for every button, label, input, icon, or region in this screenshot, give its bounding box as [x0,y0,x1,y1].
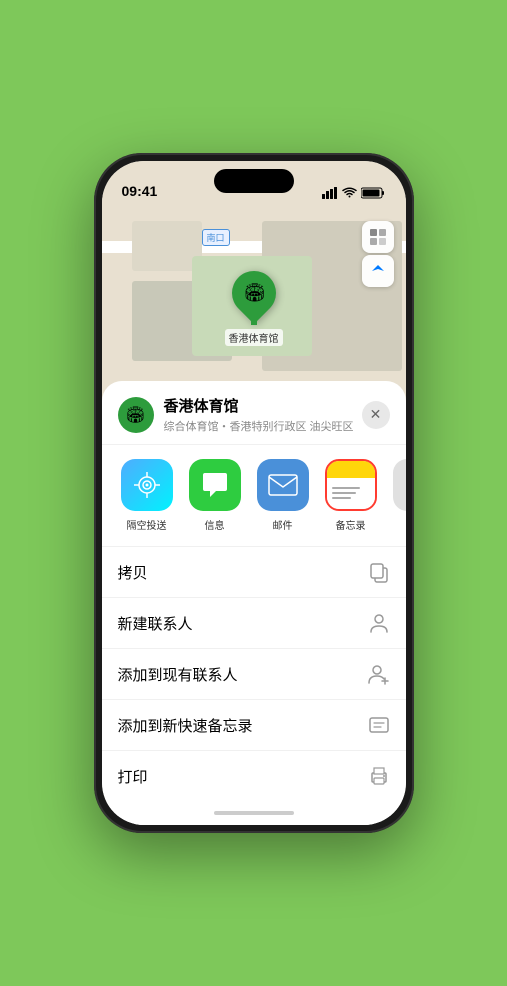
airdrop-svg [133,471,161,499]
action-print[interactable]: 打印 [102,751,406,801]
share-item-airdrop[interactable]: 隔空投送 [118,459,176,532]
status-icons [322,187,386,199]
phone-screen: 09:41 [102,161,406,825]
action-quick-note[interactable]: 添加到新快速备忘录 [102,700,406,751]
venue-info: 香港体育馆 综合体育馆・香港特别行政区 油尖旺区 [164,395,362,434]
airdrop-icon [121,459,173,511]
airdrop-label: 隔空投送 [127,517,167,532]
sheet-header: 🏟 香港体育馆 综合体育馆・香港特别行政区 油尖旺区 ✕ [102,381,406,445]
notes-label: 备忘录 [336,517,366,532]
person-add-icon [368,663,390,685]
notes-icon [325,459,377,511]
action-quick-note-label: 添加到新快速备忘录 [118,715,253,736]
action-new-contact-label: 新建联系人 [118,613,193,634]
bottom-sheet: 🏟 香港体育馆 综合体育馆・香港特别行政区 油尖旺区 ✕ [102,381,406,825]
map-controls [362,221,394,287]
venue-icon: 🏟 [118,397,154,433]
print-icon [368,765,390,787]
messages-label: 信息 [205,517,225,532]
share-item-mail[interactable]: 邮件 [254,459,312,532]
map-label: 南口 [202,229,230,246]
action-new-contact[interactable]: 新建联系人 [102,598,406,649]
venue-desc: 综合体育馆・香港特别行政区 油尖旺区 [164,418,362,434]
action-add-contact[interactable]: 添加到现有联系人 [102,649,406,700]
share-item-messages[interactable]: 信息 [186,459,244,532]
messages-icon [189,459,241,511]
status-time: 09:41 [122,183,158,199]
more-icon [393,459,406,511]
copy-icon [368,561,390,583]
mail-label: 邮件 [273,517,293,532]
wifi-icon [342,187,357,199]
messages-svg [200,471,230,499]
location-button[interactable] [362,255,394,287]
dynamic-island [214,169,294,193]
mail-svg [268,474,298,496]
map-type-button[interactable] [362,221,394,253]
share-item-notes[interactable]: 备忘录 [322,459,380,532]
home-indicator [102,801,406,825]
person-icon [368,612,390,634]
battery-icon [361,187,386,199]
action-add-contact-label: 添加到现有联系人 [118,664,238,685]
action-copy-label: 拷贝 [118,562,148,583]
location-arrow-icon [370,263,386,279]
pin-shape: 🏟 [222,262,284,324]
quick-note-icon [368,714,390,736]
map-type-icon [369,228,387,246]
action-print-label: 打印 [118,766,148,787]
close-button[interactable]: ✕ [362,401,390,429]
phone-frame: 09:41 [94,153,414,833]
action-list: 拷贝 新建联系人 添加到现有联系人 [102,547,406,801]
share-item-more[interactable]: 提 [390,459,406,532]
location-pin: 🏟 香港体育馆 [225,271,283,346]
signal-icon [322,187,338,199]
action-copy[interactable]: 拷贝 [102,547,406,598]
venue-name: 香港体育馆 [164,395,362,416]
mail-icon [257,459,309,511]
pin-dot [251,319,257,325]
home-bar [214,811,294,815]
share-row: 隔空投送 信息 [102,445,406,547]
pin-label: 香港体育馆 [225,329,283,346]
pin-emoji: 🏟 [242,283,265,304]
